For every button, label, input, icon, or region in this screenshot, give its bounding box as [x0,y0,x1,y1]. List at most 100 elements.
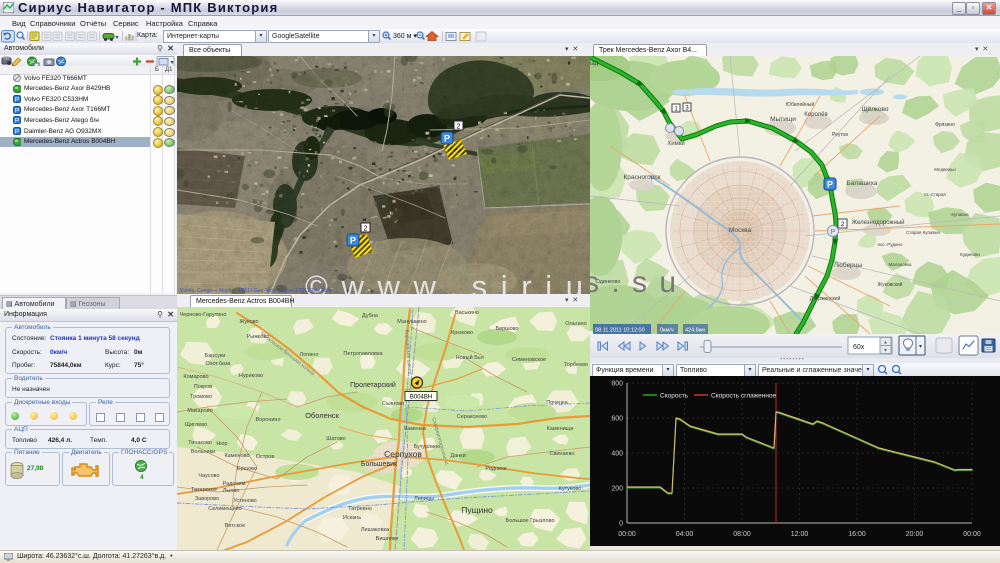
svg-text:Воронино: Воронино [255,417,280,423]
svg-text:Малаховка: Малаховка [888,262,912,267]
svg-text:© w w w . s i r i u: © w w w . s i r i u [305,269,585,294]
svg-text:Радоним: Радоним [223,481,246,487]
svg-text:Серпухов: Серпухов [384,449,422,459]
svg-text:200: 200 [611,486,623,493]
svg-text:2: 2 [457,124,461,131]
svg-text:Скорость сглаженное: Скорость сглаженное [711,393,777,400]
svg-text:Каменка: Каменка [404,426,427,432]
svg-text:Новый Быт: Новый Быт [456,354,485,361]
svg-text:Свинаево: Свинаево [549,451,574,457]
svg-text:Татревно: Татревно [348,506,372,512]
svg-text:Ершово: Ершово [237,466,257,472]
svg-text:00:00: 00:00 [618,531,636,538]
svg-text:▾: ▾ [116,35,119,41]
svg-text:P: P [444,134,450,144]
svg-text:Васькино: Васькино [455,310,479,316]
svg-text:800: 800 [611,381,623,388]
svg-text:Скорость: Скорость [660,393,689,400]
svg-text:Покров: Покров [194,384,213,390]
svg-text:Родники: Родники [485,466,506,472]
svg-text:Макарово: Макарово [187,408,212,414]
svg-text:Дзержинский: Дзержинский [810,295,841,302]
svg-text:Каменово: Каменово [224,453,249,459]
svg-text:Комарово: Комарово [183,374,208,380]
svg-text:Щиглево: Щиглево [185,422,207,428]
svg-text:P: P [831,229,836,236]
svg-text:Красногорск: Красногорск [623,174,660,181]
svg-text:P: P [350,236,356,246]
svg-text:Щёлково: Щёлково [861,106,888,113]
svg-text:Жуковский: Жуковский [878,281,903,288]
svg-text:s . s u: s . s u [590,266,678,299]
svg-text:60x: 60x [853,344,865,351]
svg-text:Чаусово: Чаусово [198,473,219,479]
svg-text:Шатово: Шатово [326,436,345,442]
svg-text:P: P [15,129,19,136]
svg-text:Пущино: Пущино [461,505,493,515]
svg-text:P: P [15,118,19,125]
svg-text:Барсуки: Барсуки [205,353,226,359]
svg-text:Охот.база: Охот.база [206,361,232,367]
svg-text:Реутов: Реутов [832,132,848,138]
svg-text:Устиново: Устиново [233,498,256,504]
svg-text:Манушкино: Манушкино [397,319,426,325]
svg-text:Вятское: Вятское [225,523,245,529]
svg-text:Королёв: Королёв [804,112,827,118]
svg-text:Медвежьи: Медвежьи [934,167,956,172]
svg-text:Каменищи: Каменищи [547,426,574,432]
svg-text:Люберцы: Люберцы [834,261,863,269]
svg-text:Кудиново: Кудиново [960,252,980,257]
svg-text:Балашиха: Балашиха [847,180,878,187]
svg-text:Искань: Искань [343,515,361,521]
svg-text:Нуриково: Нуриково [239,373,263,379]
svg-text:Купавна: Купавна [951,212,969,217]
svg-text:Крюково: Крюково [451,330,473,336]
svg-text:Ольгино: Ольгино [565,321,586,327]
svg-text:2: 2 [364,226,368,233]
svg-text:Большевик: Большевик [361,461,398,468]
svg-text:Бершово: Бершово [495,326,518,332]
svg-text:Лопино: Лопино [300,352,319,358]
svg-text:Юбилейный: Юбилейный [786,101,815,108]
svg-text:0км/ч: 0км/ч [660,328,674,334]
svg-text:Нюр: Нюр [216,441,227,447]
svg-text:ст. Старая: ст. Старая [924,192,946,197]
svg-text:12:00: 12:00 [791,531,809,538]
svg-text:Поченка: Поченка [546,400,568,406]
svg-text:00:00: 00:00 [963,531,981,538]
svg-text:424.8км: 424.8км [685,328,705,334]
svg-text:Липицы: Липицы [414,496,434,502]
svg-text:Пролетарский: Пролетарский [350,381,396,389]
svg-text:Старая Купавна: Старая Купавна [906,230,940,235]
svg-text:Изобр. Google + Mapbox ©2011 G: Изобр. Google + Mapbox ©2011 Geo Technol… [180,287,333,294]
svg-text:Петропавловка: Петропавловка [343,351,383,357]
svg-text:Железнодорожный: Железнодорожный [851,219,904,226]
svg-text:В004ВН: В004ВН [410,395,432,401]
svg-text:16:00: 16:00 [848,531,866,538]
svg-text:Фрязино: Фрязино [935,122,955,128]
svg-text:Вольники: Вольники [191,449,215,455]
svg-text:Заворово: Заворово [195,496,219,502]
svg-text:Съяново: Съяново [382,401,404,407]
svg-text:▾: ▾ [919,344,922,350]
svg-text:Тинаково: Тинаково [188,440,212,446]
svg-text:Татарское: Татарское [191,487,217,493]
svg-text:Селимещево: Селимещево [208,506,241,512]
svg-text:Семеновское: Семеновское [512,357,546,363]
svg-text:04:00: 04:00 [676,531,694,538]
svg-text:400: 400 [611,451,623,458]
svg-text:Москва: Москва [729,227,752,234]
svg-text:Мытищи: Мытищи [770,116,796,123]
svg-text:Жуково: Жуково [239,319,258,325]
svg-text:Торбеево: Торбеево [564,362,588,368]
svg-text:Лишаковка: Лишаковка [361,527,390,533]
svg-text:08.11.2011 10:12:00: 08.11.2011 10:12:00 [595,328,645,334]
svg-text:Лыово: Лыово [223,488,240,494]
svg-text:08:00: 08:00 [733,531,751,538]
svg-text:Сераксеево: Сераксеево [457,414,487,420]
svg-text:600: 600 [611,416,623,423]
svg-text:P: P [15,107,19,114]
svg-text:Тромово: Тромово [190,394,212,400]
svg-text:0: 0 [619,521,623,528]
svg-text:Химки: Химки [667,141,684,147]
